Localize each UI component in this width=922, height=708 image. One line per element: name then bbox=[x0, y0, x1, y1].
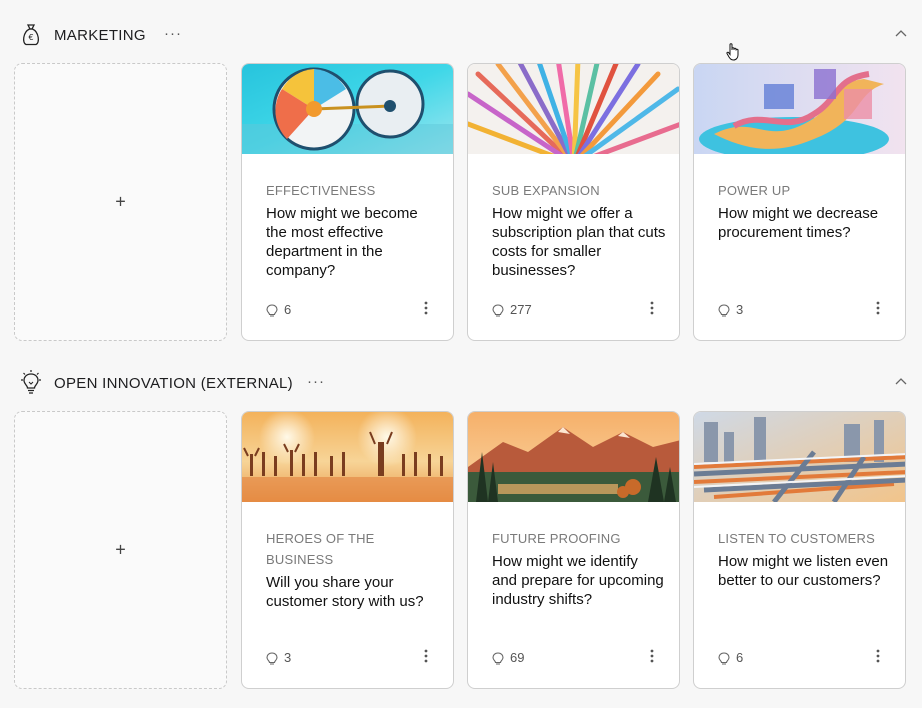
card-image bbox=[468, 412, 679, 502]
card-category: HEROES OF THE BUSINESS bbox=[266, 531, 375, 567]
hand-cursor-icon bbox=[725, 42, 743, 67]
plus-icon: + bbox=[115, 191, 126, 212]
card-question: How might we identify and prepare for up… bbox=[492, 553, 664, 608]
card-ideas-count: 3 bbox=[718, 302, 743, 318]
card-ideas-count: 6 bbox=[266, 302, 291, 318]
card-ideas-count: 3 bbox=[266, 650, 291, 666]
ideas-count-value: 277 bbox=[510, 302, 532, 317]
section-more-button[interactable]: ··· bbox=[307, 373, 325, 390]
card-category: SUB EXPANSION bbox=[492, 183, 600, 198]
section-header: € MARKETING ··· bbox=[0, 20, 922, 54]
ideas-count-value: 3 bbox=[284, 650, 292, 665]
card-question: How might we decrease procurement times? bbox=[718, 205, 879, 241]
more-vertical-icon[interactable] bbox=[875, 648, 881, 664]
section-title: OPEN INNOVATION (EXTERNAL) bbox=[54, 375, 293, 392]
chevron-up-icon[interactable] bbox=[893, 26, 909, 42]
challenge-card[interactable]: SUB EXPANSION How might we offer a subsc… bbox=[467, 63, 680, 341]
add-challenge-card[interactable]: + bbox=[14, 411, 227, 689]
ideas-count-value: 69 bbox=[510, 650, 525, 665]
card-ideas-count: 69 bbox=[492, 650, 524, 666]
challenge-card[interactable]: HEROES OF THE BUSINESS Will you share yo… bbox=[241, 411, 454, 689]
lightbulb-icon bbox=[266, 652, 278, 665]
lightbulb-icon bbox=[17, 368, 45, 396]
lightbulb-icon bbox=[266, 304, 278, 317]
card-image bbox=[468, 64, 679, 154]
add-challenge-card[interactable]: + bbox=[14, 63, 227, 341]
more-vertical-icon[interactable] bbox=[423, 648, 429, 664]
section-more-button[interactable]: ··· bbox=[164, 25, 182, 42]
plus-icon: + bbox=[115, 539, 126, 560]
lightbulb-icon bbox=[492, 304, 504, 317]
card-ideas-count: 6 bbox=[718, 650, 743, 666]
more-vertical-icon[interactable] bbox=[649, 648, 655, 664]
section-header: OPEN INNOVATION (EXTERNAL) ··· bbox=[0, 368, 922, 402]
challenge-card[interactable]: POWER UP How might we decrease procureme… bbox=[693, 63, 906, 341]
card-image bbox=[242, 412, 453, 502]
card-question: How might we become the most effective d… bbox=[266, 205, 418, 279]
card-category: POWER UP bbox=[718, 183, 791, 198]
challenge-card[interactable]: EFFECTIVENESS How might we become the mo… bbox=[241, 63, 454, 341]
card-image bbox=[242, 64, 453, 154]
challenge-card[interactable]: LISTEN TO CUSTOMERS How might we listen … bbox=[693, 411, 906, 689]
lightbulb-icon bbox=[718, 652, 730, 665]
card-image bbox=[694, 412, 905, 502]
card-category: EFFECTIVENESS bbox=[266, 183, 376, 198]
money-bag-euro-icon: € bbox=[17, 20, 45, 48]
more-vertical-icon[interactable] bbox=[423, 300, 429, 316]
ideas-count-value: 6 bbox=[284, 302, 292, 317]
card-category: FUTURE PROOFING bbox=[492, 531, 621, 546]
section-title: MARKETING bbox=[54, 27, 146, 44]
card-image bbox=[694, 64, 905, 154]
lightbulb-icon bbox=[718, 304, 730, 317]
card-ideas-count: 277 bbox=[492, 302, 532, 318]
lightbulb-icon bbox=[492, 652, 504, 665]
more-vertical-icon[interactable] bbox=[649, 300, 655, 316]
card-question: Will you share your customer story with … bbox=[266, 574, 424, 610]
chevron-up-icon[interactable] bbox=[893, 374, 909, 390]
challenge-card[interactable]: FUTURE PROOFING How might we identify an… bbox=[467, 411, 680, 689]
svg-text:€: € bbox=[28, 33, 33, 42]
card-question: How might we offer a subscription plan t… bbox=[492, 205, 666, 279]
ideas-count-value: 3 bbox=[736, 302, 744, 317]
card-category: LISTEN TO CUSTOMERS bbox=[718, 531, 875, 546]
more-vertical-icon[interactable] bbox=[875, 300, 881, 316]
card-question: How might we listen even better to our c… bbox=[718, 553, 889, 589]
ideas-count-value: 6 bbox=[736, 650, 744, 665]
